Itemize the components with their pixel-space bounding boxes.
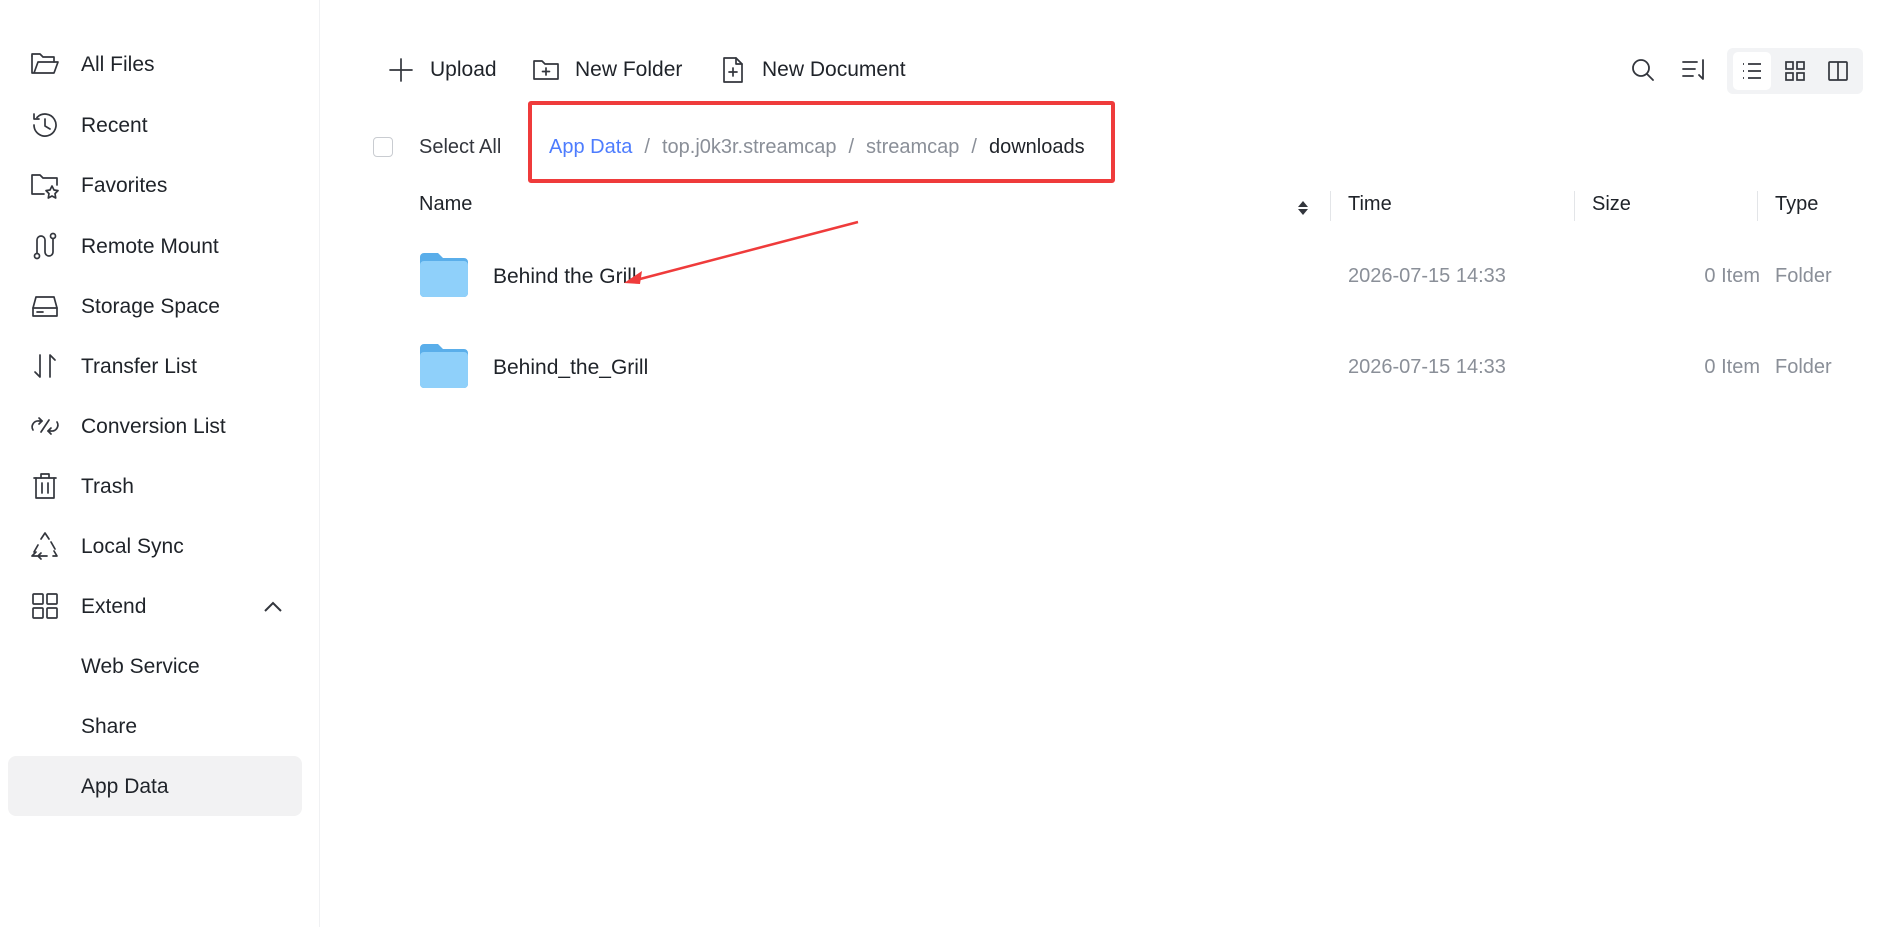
upload-label: Upload [430,58,497,81]
folder-icon [420,344,468,388]
folder-plus-icon [533,60,559,80]
sidebar-item-trash[interactable]: Trash [8,456,302,516]
annotation-highlight-box [528,101,1115,183]
sidebar-item-label: Share [81,715,138,738]
history-icon [29,109,61,141]
sort-toggle-icon[interactable] [1297,199,1309,217]
sidebar-item-label: Favorites [81,174,168,197]
sidebar-item-app-data[interactable]: App Data [8,756,302,816]
sidebar-item-label: Remote Mount [81,235,219,258]
file-manager-app: All Files Recent Favorites Remote Mount … [0,0,1899,927]
sidebar-item-label: App Data [81,775,169,798]
folder-icon [420,253,468,297]
sidebar-item-label: Extend [81,595,147,618]
file-size: 0 Item [1704,265,1760,287]
folder-open-icon [29,48,61,80]
file-size: 0 Item [1704,356,1760,378]
grid-icon [29,590,61,622]
upload-button[interactable]: Upload [386,52,497,88]
file-name: Behind the Grill [493,265,637,288]
sidebar-item-label: Web Service [81,655,200,678]
sidebar-item-transfer-list[interactable]: Transfer List [8,336,302,396]
column-divider[interactable] [1330,191,1331,221]
sidebar-item-label: Transfer List [81,355,197,378]
column-header-size[interactable]: Size [1592,193,1631,216]
search-icon[interactable] [1627,54,1659,86]
route-icon [29,230,61,262]
file-name: Behind_the_Grill [493,356,649,379]
select-all-checkbox[interactable] [373,137,393,157]
sidebar-item-label: Conversion List [81,415,226,438]
grid-view-icon[interactable] [1776,52,1814,90]
sidebar: All Files Recent Favorites Remote Mount … [0,0,320,927]
file-time: 2026-07-15 14:33 [1348,356,1506,378]
transfer-arrows-icon [29,350,61,382]
sidebar-item-label: Recent [81,114,148,137]
sidebar-item-remote-mount[interactable]: Remote Mount [8,216,302,276]
sidebar-item-label: Local Sync [81,535,184,558]
list-view-icon[interactable] [1733,52,1771,90]
folder-star-icon [29,169,61,201]
column-header-name[interactable]: Name [419,193,472,216]
sidebar-item-web-service[interactable]: Web Service [8,636,302,696]
table-row[interactable]: Behind_the_Grill 2026-07-15 14:33 0 Item… [410,328,1880,408]
sidebar-item-favorites[interactable]: Favorites [8,155,302,215]
sidebar-item-label: All Files [81,53,155,76]
file-type: Folder [1775,265,1832,287]
view-switcher [1727,48,1863,94]
sidebar-item-all-files[interactable]: All Files [8,34,302,94]
new-document-button[interactable]: New Document [718,52,906,88]
sidebar-item-share[interactable]: Share [8,696,302,756]
sidebar-item-label: Storage Space [81,295,220,318]
sidebar-item-label: Trash [81,475,134,498]
column-header-type[interactable]: Type [1775,193,1818,216]
sidebar-item-recent[interactable]: Recent [8,95,302,155]
plus-icon [389,58,413,82]
split-view-icon[interactable] [1819,52,1857,90]
sidebar-item-local-sync[interactable]: Local Sync [8,516,302,576]
file-plus-icon [723,57,743,83]
column-header-time[interactable]: Time [1348,193,1392,216]
sidebar-item-extend[interactable]: Extend [8,576,302,636]
file-time: 2026-07-15 14:33 [1348,265,1506,287]
convert-icon [29,410,61,442]
column-divider[interactable] [1757,191,1758,221]
chevron-up-icon[interactable] [260,594,286,620]
trash-icon [29,470,61,502]
recycle-sync-icon [29,530,61,562]
new-folder-label: New Folder [575,58,683,81]
new-folder-button[interactable]: New Folder [531,52,682,88]
sort-order-icon[interactable] [1678,54,1710,86]
sidebar-item-conversion-list[interactable]: Conversion List [8,396,302,456]
new-document-label: New Document [762,58,906,81]
sidebar-item-storage-space[interactable]: Storage Space [8,276,302,336]
table-row[interactable]: Behind the Grill 2026-07-15 14:33 0 Item… [410,237,1880,317]
file-type: Folder [1775,356,1832,378]
column-divider[interactable] [1574,191,1575,221]
select-all-label[interactable]: Select All [419,136,501,159]
hard-drive-icon [29,290,61,322]
